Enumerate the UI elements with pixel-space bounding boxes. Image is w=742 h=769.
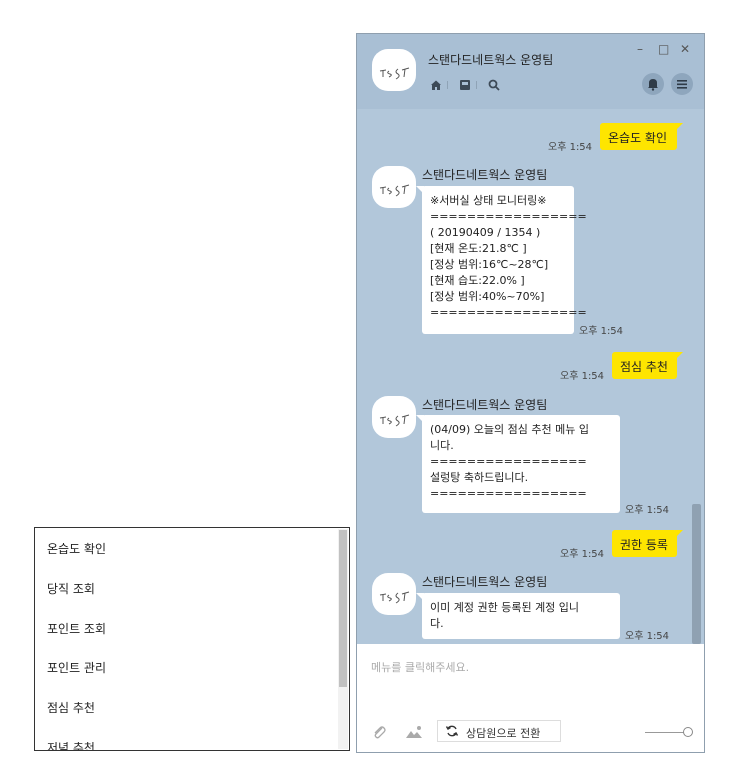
opacity-slider-track[interactable]	[645, 732, 685, 733]
menu-icon[interactable]	[671, 73, 693, 95]
bot-message-bubble[interactable]: (04/09) 오늘의 점심 추천 메뉴 입 니다. =============…	[416, 415, 620, 513]
message-line: [현재 습도:22.0% ]	[430, 274, 525, 287]
minimize-button[interactable]: –	[637, 42, 643, 56]
message-line: (04/09) 오늘의 점심 추천 메뉴 입	[430, 423, 589, 436]
menu-item-dinner[interactable]: 저녁 추천	[47, 739, 95, 750]
message-time: 오후 1:54	[625, 505, 670, 516]
message-line: =================	[430, 210, 587, 223]
message-line: ( 20190409 / 1354 )	[430, 226, 541, 239]
message-line: [정상 범위:40%~70%]	[430, 290, 545, 303]
maximize-button[interactable]: □	[658, 42, 669, 56]
menu-item-point-manage[interactable]: 포인트 관리	[47, 659, 106, 676]
message-time: 오후 1:54	[579, 326, 624, 337]
message-input[interactable]: 메뉴를 클릭해주세요.	[371, 659, 469, 675]
home-icon[interactable]	[430, 79, 442, 93]
bot-message-bubble[interactable]: ※서버실 상태 모니터링※ ================= ( 201904…	[416, 186, 587, 334]
chat-header: 스탠다드네트웍스 운영팀 – □ ✕	[357, 34, 704, 109]
message-line: 이미 계정 권한 등록된 계정 입니	[430, 601, 580, 614]
bot-avatar[interactable]	[372, 166, 416, 208]
message-text: 온습도 확인	[608, 131, 668, 145]
message-line: =================	[430, 487, 587, 500]
menu-item-point-view[interactable]: 포인트 조회	[47, 620, 106, 637]
quick-menu-popup: 온습도 확인 당직 조회 포인트 조회 포인트 관리 점심 추천 저녁 추천	[34, 527, 350, 751]
message-line: 설렁탕 축하드립니다.	[430, 471, 529, 484]
message-line: 니다.	[430, 439, 454, 452]
message-line: [현재 온도:21.8℃ ]	[430, 242, 527, 255]
message-text: 권한 등록	[620, 538, 668, 552]
message-line: [정상 범위:16℃~28℃]	[430, 258, 549, 271]
image-icon[interactable]	[405, 724, 423, 744]
my-message-bubble[interactable]: 권한 등록	[612, 530, 683, 557]
search-icon[interactable]	[488, 79, 500, 93]
bot-message-bubble[interactable]: 이미 계정 권한 등록된 계정 입니 다.	[416, 593, 620, 639]
inbox-icon[interactable]	[459, 79, 471, 93]
sender-name: 스탠다드네트웍스 운영팀	[422, 168, 548, 182]
bot-avatar[interactable]	[372, 573, 416, 615]
message-line: =================	[430, 306, 587, 319]
message-time: 오후 1:54	[548, 142, 593, 153]
chat-window: 스탠다드네트웍스 운영팀 – □ ✕ 오후 1:54 온습도 확인 스탠다드네트…	[356, 33, 705, 753]
message-line: ※서버실 상태 모니터링※	[430, 194, 547, 207]
message-time: 오후 1:54	[560, 549, 605, 560]
close-button[interactable]: ✕	[680, 42, 690, 56]
menu-scrollbar[interactable]	[338, 529, 348, 749]
menu-item-duty[interactable]: 당직 조회	[47, 580, 95, 597]
convert-to-agent-button[interactable]: 상담원으로 전환	[437, 720, 561, 742]
attach-icon[interactable]	[371, 724, 387, 744]
room-avatar[interactable]	[372, 49, 416, 91]
bot-avatar[interactable]	[372, 396, 416, 438]
my-message-bubble[interactable]: 점심 추천	[612, 352, 683, 379]
room-title: 스탠다드네트웍스 운영팀	[428, 53, 554, 67]
menu-scrollbar-thumb[interactable]	[339, 530, 347, 687]
my-message-bubble[interactable]: 온습도 확인	[600, 123, 683, 150]
chat-scrollbar[interactable]	[692, 504, 701, 644]
bell-icon[interactable]	[642, 73, 664, 95]
refresh-icon	[445, 724, 459, 741]
menu-item-humidity[interactable]: 온습도 확인	[47, 540, 106, 557]
message-line: 다.	[430, 617, 444, 630]
message-line: =================	[430, 455, 587, 468]
convert-to-agent-label: 상담원으로 전환	[466, 727, 541, 740]
sender-name: 스탠다드네트웍스 운영팀	[422, 398, 548, 412]
menu-item-lunch[interactable]: 점심 추천	[47, 699, 95, 716]
message-text: 점심 추천	[620, 360, 668, 374]
sender-name: 스탠다드네트웍스 운영팀	[422, 575, 548, 589]
input-area: 메뉴를 클릭해주세요. 상담원으로 전환	[357, 644, 704, 752]
message-time: 오후 1:54	[560, 371, 605, 382]
message-time: 오후 1:54	[625, 631, 670, 642]
opacity-slider-knob[interactable]	[683, 727, 693, 737]
